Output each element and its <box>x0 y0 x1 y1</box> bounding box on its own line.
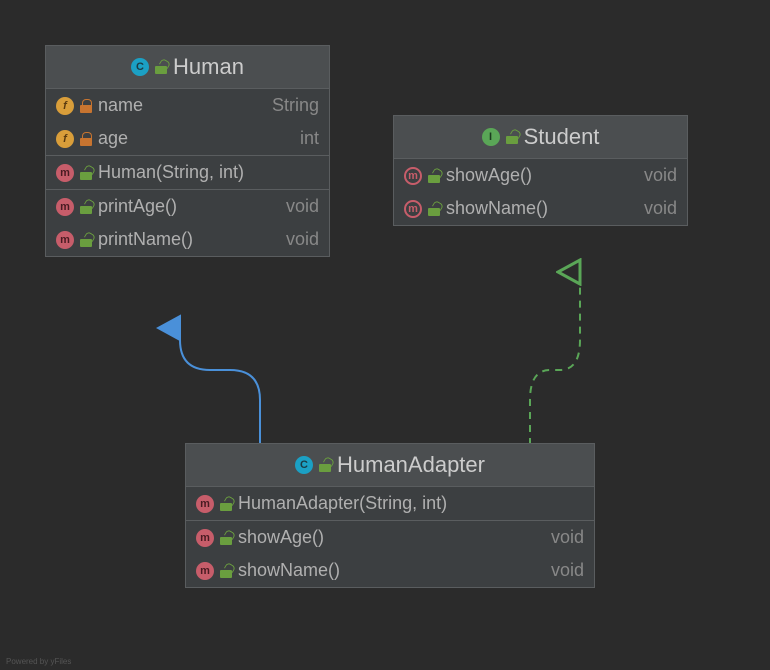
interface-box-student[interactable]: Student showAge() void showName() void <box>393 115 688 226</box>
field-icon <box>56 97 74 115</box>
public-icon <box>80 166 92 180</box>
method-icon <box>196 495 214 513</box>
class-name: Human <box>173 54 244 80</box>
public-icon <box>220 497 232 511</box>
class-header: Student <box>394 116 687 159</box>
method-row[interactable]: printAge() void <box>46 190 329 223</box>
private-icon <box>80 132 92 146</box>
constructor-sig: Human(String, int) <box>98 162 319 183</box>
method-row[interactable]: showName() void <box>186 554 594 587</box>
method-sig: showAge() <box>238 527 545 548</box>
method-ret: void <box>644 198 677 219</box>
field-icon <box>56 130 74 148</box>
footer-credit: Powered by yFiles <box>6 657 71 666</box>
public-icon <box>319 458 331 472</box>
method-ret: void <box>286 229 319 250</box>
class-name: HumanAdapter <box>337 452 485 478</box>
abstract-method-icon <box>404 200 422 218</box>
public-icon <box>220 531 232 545</box>
method-icon <box>196 562 214 580</box>
abstract-method-icon <box>404 167 422 185</box>
private-icon <box>80 99 92 113</box>
field-name: age <box>98 128 294 149</box>
field-row[interactable]: age int <box>46 122 329 155</box>
method-ret: void <box>286 196 319 217</box>
method-ret: void <box>644 165 677 186</box>
methods-section: printAge() void printName() void <box>46 190 329 256</box>
method-row[interactable]: showAge() void <box>186 521 594 554</box>
method-icon <box>196 529 214 547</box>
public-icon <box>220 564 232 578</box>
method-sig: showName() <box>238 560 545 581</box>
public-icon <box>80 233 92 247</box>
public-icon <box>506 130 518 144</box>
methods-section: showAge() void showName() void <box>394 159 687 225</box>
method-row[interactable]: printName() void <box>46 223 329 256</box>
method-sig: printName() <box>98 229 280 250</box>
class-header: HumanAdapter <box>186 444 594 487</box>
method-icon <box>56 164 74 182</box>
method-sig: printAge() <box>98 196 280 217</box>
constructors-section: Human(String, int) <box>46 156 329 190</box>
method-icon <box>56 231 74 249</box>
constructors-section: HumanAdapter(String, int) <box>186 487 594 521</box>
method-row[interactable]: showAge() void <box>394 159 687 192</box>
constructor-sig: HumanAdapter(String, int) <box>238 493 584 514</box>
interface-icon <box>482 128 500 146</box>
class-box-humanadapter[interactable]: HumanAdapter HumanAdapter(String, int) s… <box>185 443 595 588</box>
method-icon <box>56 198 74 216</box>
public-icon <box>80 200 92 214</box>
class-box-human[interactable]: Human name String age int Human(String, … <box>45 45 330 257</box>
method-row[interactable]: showName() void <box>394 192 687 225</box>
public-icon <box>428 202 440 216</box>
constructor-row[interactable]: HumanAdapter(String, int) <box>186 487 594 520</box>
public-icon <box>155 60 167 74</box>
public-icon <box>428 169 440 183</box>
field-type: int <box>300 128 319 149</box>
relation-implements <box>530 272 580 445</box>
method-ret: void <box>551 527 584 548</box>
field-row[interactable]: name String <box>46 89 329 122</box>
class-icon <box>131 58 149 76</box>
methods-section: showAge() void showName() void <box>186 521 594 587</box>
method-ret: void <box>551 560 584 581</box>
field-type: String <box>272 95 319 116</box>
method-sig: showName() <box>446 198 638 219</box>
field-name: name <box>98 95 266 116</box>
relation-extends <box>180 328 260 445</box>
class-name: Student <box>524 124 600 150</box>
fields-section: name String age int <box>46 89 329 156</box>
constructor-row[interactable]: Human(String, int) <box>46 156 329 189</box>
class-header: Human <box>46 46 329 89</box>
class-icon <box>295 456 313 474</box>
method-sig: showAge() <box>446 165 638 186</box>
